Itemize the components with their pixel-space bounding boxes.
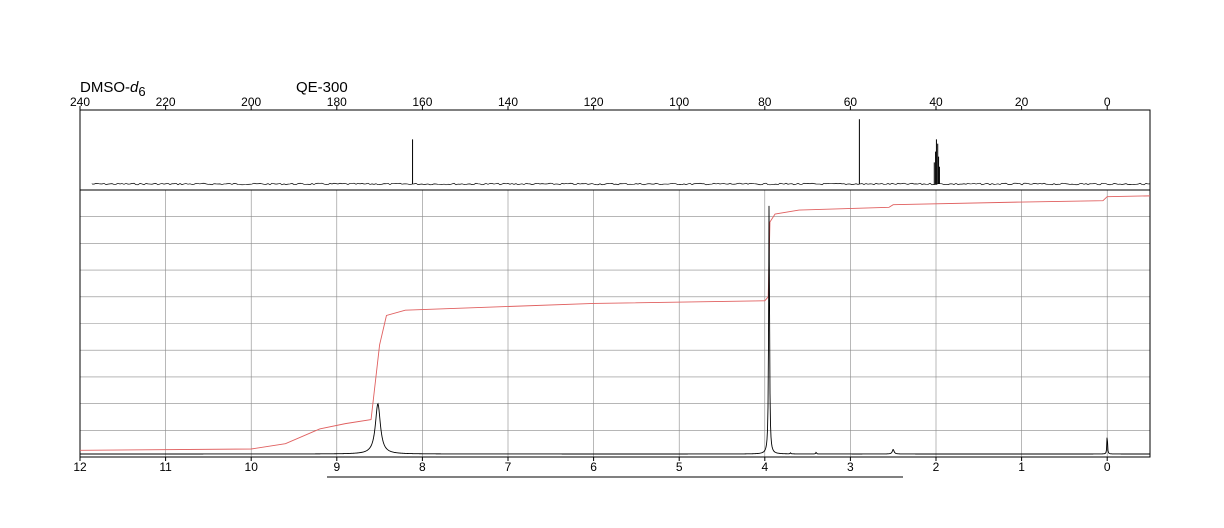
h1-tick-label: 10 xyxy=(245,460,259,474)
h1-tick-label: 5 xyxy=(676,460,683,474)
c13-tick-label: 220 xyxy=(156,95,176,109)
h1-tick-label: 11 xyxy=(159,460,172,474)
c13-spectrum-marks xyxy=(91,119,1151,186)
h1-tick-label: 4 xyxy=(761,460,768,474)
h1-tick-label: 1 xyxy=(1018,460,1025,474)
c13-axis-ticks: 240 220 200 180 160 140 120 100 80 60 40 20 0 xyxy=(70,95,1111,110)
h1-tick-label: 6 xyxy=(590,460,597,474)
c13-tick-label: 160 xyxy=(412,95,432,109)
h1-tick-label: 3 xyxy=(847,460,854,474)
h1-integral-line xyxy=(79,195,1151,451)
c13-spectrum-panel: 240 220 200 180 160 140 120 100 80 60 40 20 0 xyxy=(70,95,1151,191)
h1-tick-label: 7 xyxy=(505,460,512,474)
nmr-figure: DMSO-d6 QE-300 240 220 200 180 160 140 120 100 8… xyxy=(70,79,1151,478)
h1-integral-curve xyxy=(79,195,1151,451)
h1-grid xyxy=(80,190,1150,457)
c13-baseline xyxy=(91,182,1151,186)
c13-tick-label: 80 xyxy=(758,95,772,109)
c13-tick-label: 100 xyxy=(669,95,689,109)
h1-tick-label: 0 xyxy=(1104,460,1111,474)
h1-spectrum-panel: 12 11 10 9 8 7 6 5 4 3 2 1 0 xyxy=(73,189,1151,474)
c13-tick-label: 60 xyxy=(844,95,858,109)
c13-tick-label: 20 xyxy=(1015,95,1029,109)
instrument-label: QE-300 xyxy=(296,79,348,96)
c13-tick-label: 240 xyxy=(70,95,90,109)
c13-tick-label: 0 xyxy=(1104,95,1111,109)
c13-tick-label: 40 xyxy=(929,95,943,109)
h1-tick-label: 8 xyxy=(419,460,426,474)
c13-tick-label: 120 xyxy=(584,95,604,109)
h1-tick-label: 2 xyxy=(933,460,940,474)
c13-frame xyxy=(79,109,1151,191)
c13-tick-label: 200 xyxy=(241,95,261,109)
h1-tick-label: 9 xyxy=(333,460,340,474)
h1-axis-ticks: 12 11 10 9 8 7 6 5 4 3 2 1 0 xyxy=(73,457,1111,474)
c13-tick-label: 180 xyxy=(327,95,347,109)
c13-tick-label: 140 xyxy=(498,95,518,109)
h1-tick-label: 12 xyxy=(73,460,87,474)
